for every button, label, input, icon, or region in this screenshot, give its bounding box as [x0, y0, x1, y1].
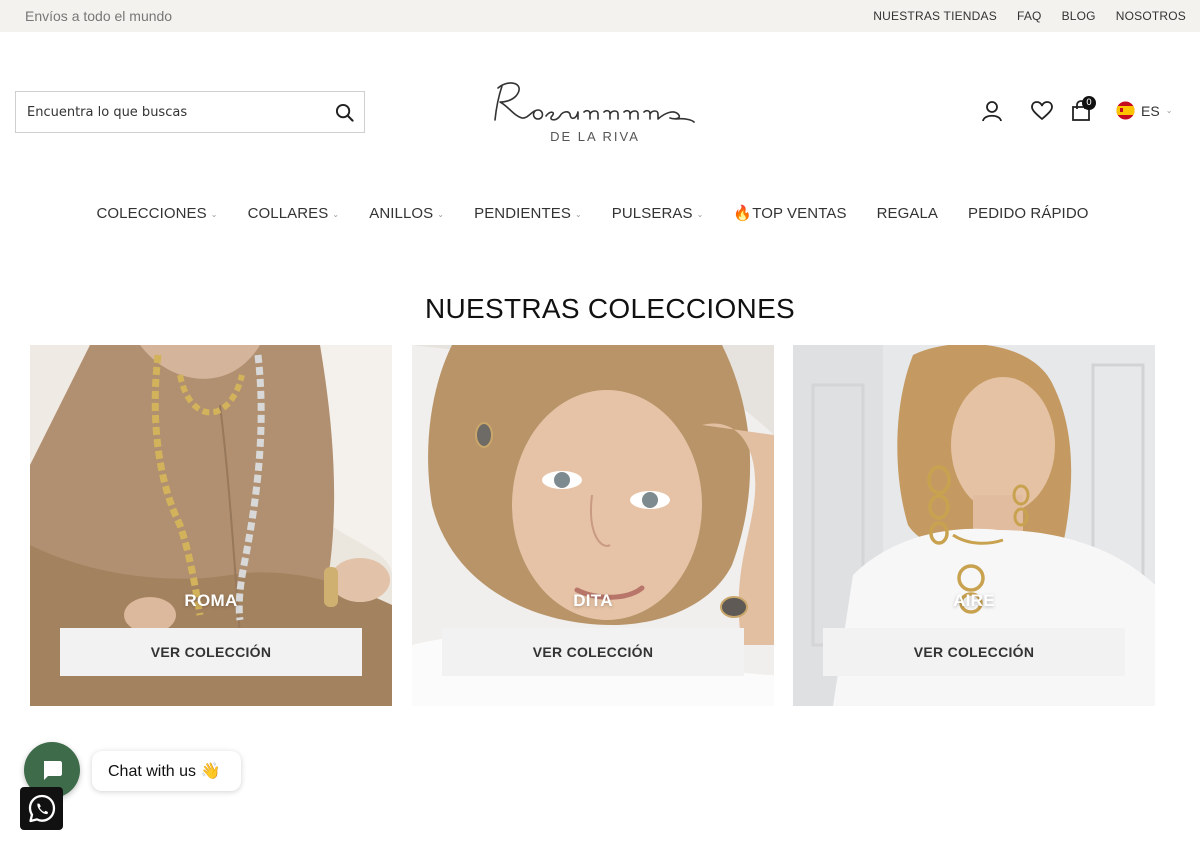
- chat-prompt[interactable]: Chat with us 👋: [92, 751, 241, 791]
- chat-bubble-icon: [44, 761, 62, 780]
- brand-logo[interactable]: DE LA RIVA: [480, 72, 710, 152]
- nav-label: COLLARES: [247, 204, 329, 222]
- top-bar: Envíos a todo el mundo NUESTRAS TIENDAS …: [0, 0, 1200, 32]
- language-selector[interactable]: ES ⌄: [1116, 101, 1172, 120]
- nav-label: ANILLOS: [369, 204, 434, 222]
- chevron-down-icon: ⌄: [574, 209, 582, 219]
- nav-label: PEDIDO RÁPIDO: [968, 204, 1089, 222]
- link-blog[interactable]: BLOG: [1062, 9, 1096, 23]
- nav-item-regala[interactable]: REGALA: [877, 204, 938, 222]
- main-nav: COLECCIONES ⌄ COLLARES ⌄ ANILLOS ⌄ PENDIENT…: [0, 204, 1185, 223]
- ver-coleccion-button[interactable]: VER COLECCIÓN: [60, 628, 362, 676]
- whatsapp-icon: [28, 794, 55, 822]
- nav-label: COLECCIONES: [96, 204, 207, 222]
- shipping-promo: Envíos a todo el mundo: [25, 8, 173, 24]
- collection-card-roma[interactable]: ROMA VER COLECCIÓN: [30, 345, 392, 706]
- nav-label: 🔥TOP VENTAS: [733, 205, 847, 222]
- nav-label: PENDIENTES: [474, 204, 571, 222]
- cart-count-badge: 0: [1082, 96, 1096, 110]
- nav-item-pulseras[interactable]: PULSERAS ⌄: [612, 204, 704, 222]
- spain-flag-icon: [1116, 101, 1135, 120]
- chevron-down-icon: ⌄: [1165, 106, 1173, 115]
- chevron-down-icon: ⌄: [332, 209, 340, 219]
- nav-item-collares[interactable]: COLLARES ⌄: [248, 204, 340, 222]
- nav-item-colecciones[interactable]: COLECCIONES ⌄: [96, 204, 217, 222]
- collection-name: AIRE: [953, 591, 995, 610]
- top-links: NUESTRAS TIENDAS FAQ BLOG NOSOTROS: [873, 9, 1186, 23]
- cart-button[interactable]: 0: [1067, 96, 1096, 125]
- nav-item-pedido-rapido[interactable]: PEDIDO RÁPIDO: [968, 204, 1089, 222]
- wishlist-button[interactable]: [1028, 97, 1056, 125]
- logo-subtitle: DE LA RIVA: [550, 129, 640, 144]
- collection-name: ROMA: [184, 591, 238, 610]
- search-box: [15, 91, 365, 133]
- nav-item-anillos[interactable]: ANILLOS ⌄: [369, 204, 444, 222]
- search-button[interactable]: [324, 92, 364, 132]
- ver-coleccion-button[interactable]: VER COLECCIÓN: [442, 628, 744, 676]
- nav-item-top-ventas[interactable]: 🔥TOP VENTAS: [733, 204, 846, 222]
- collection-card-aire[interactable]: AIRE VER COLECCIÓN: [793, 345, 1155, 706]
- link-nuestras-tiendas[interactable]: NUESTRAS TIENDAS: [873, 9, 997, 23]
- chevron-down-icon: ⌄: [437, 209, 445, 219]
- link-faq[interactable]: FAQ: [1017, 9, 1042, 23]
- user-icon: [982, 101, 1002, 122]
- collection-card-dita[interactable]: DITA VER COLECCIÓN: [412, 345, 774, 706]
- section-title: NUESTRAS COLECCIONES: [424, 293, 796, 324]
- heart-icon: [1031, 101, 1053, 120]
- ver-coleccion-button[interactable]: VER COLECCIÓN: [823, 628, 1125, 676]
- chevron-down-icon: ⌄: [696, 209, 704, 219]
- search-input[interactable]: [16, 92, 324, 132]
- account-button[interactable]: [978, 97, 1006, 125]
- nav-item-pendientes[interactable]: PENDIENTES ⌄: [474, 204, 582, 222]
- language-code: ES: [1141, 102, 1160, 119]
- whatsapp-button[interactable]: [20, 787, 63, 830]
- chat-prompt-label: Chat with us 👋: [108, 763, 221, 780]
- nav-label: PULSERAS: [611, 204, 693, 222]
- chevron-down-icon: ⌄: [210, 209, 218, 219]
- link-nosotros[interactable]: NOSOTROS: [1116, 9, 1186, 23]
- search-icon: [335, 103, 354, 122]
- nav-label: REGALA: [876, 204, 939, 222]
- collection-name: DITA: [573, 591, 613, 610]
